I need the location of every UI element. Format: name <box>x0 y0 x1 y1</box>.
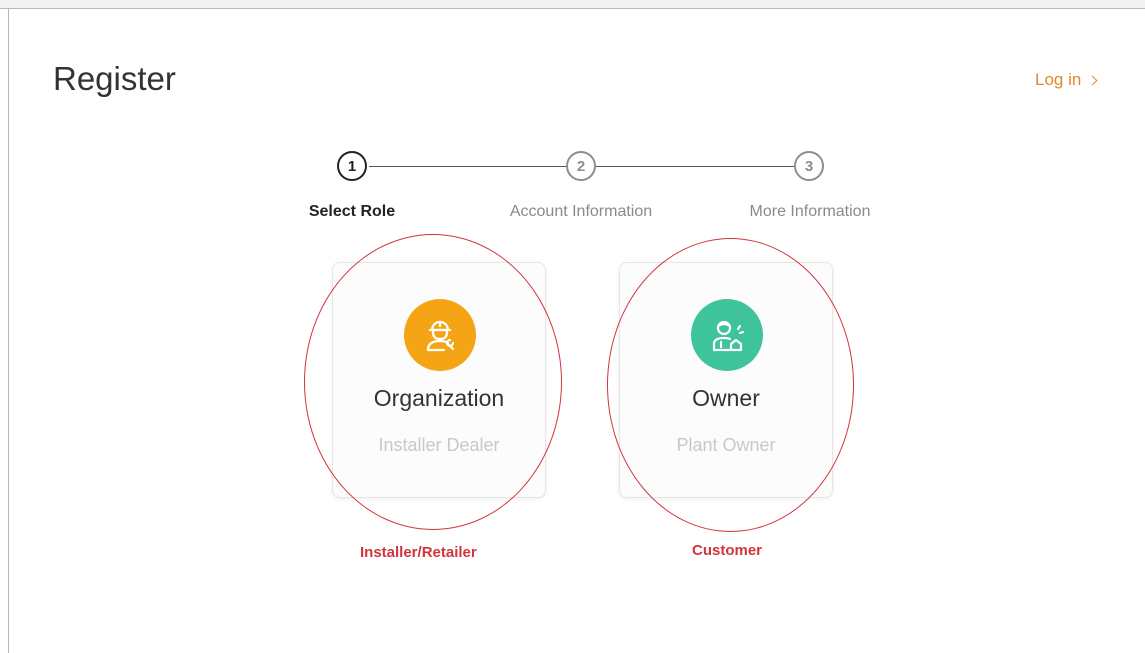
role-name: Owner <box>692 385 760 411</box>
owner-person-icon <box>691 299 763 371</box>
step-1-indicator: 1 <box>337 151 367 181</box>
step-3-label: More Information <box>749 203 871 220</box>
installer-worker-icon <box>404 299 476 371</box>
chevron-right-icon <box>1087 75 1098 86</box>
annotation-label-installer: Installer/Retailer <box>360 544 477 561</box>
role-description: Installer Dealer <box>378 435 500 455</box>
step-2-indicator: 2 <box>566 151 596 181</box>
step-connector <box>596 166 794 167</box>
step-connector <box>369 166 566 167</box>
login-link[interactable]: Log in <box>1035 70 1098 90</box>
role-card-owner[interactable]: Owner Plant Owner <box>619 262 833 498</box>
page-title: Register <box>53 60 176 97</box>
window-top-border <box>0 0 1145 9</box>
step-2-label: Account Information <box>509 203 653 220</box>
step-3-indicator: 3 <box>794 151 824 181</box>
role-card-organization[interactable]: Organization Installer Dealer <box>332 262 546 498</box>
role-description: Plant Owner <box>676 435 776 455</box>
login-link-label: Log in <box>1035 70 1082 89</box>
step-1-label: Select Role <box>308 203 396 220</box>
annotation-label-customer: Customer <box>692 542 763 559</box>
role-name: Organization <box>373 385 505 411</box>
window-left-border <box>8 9 9 653</box>
